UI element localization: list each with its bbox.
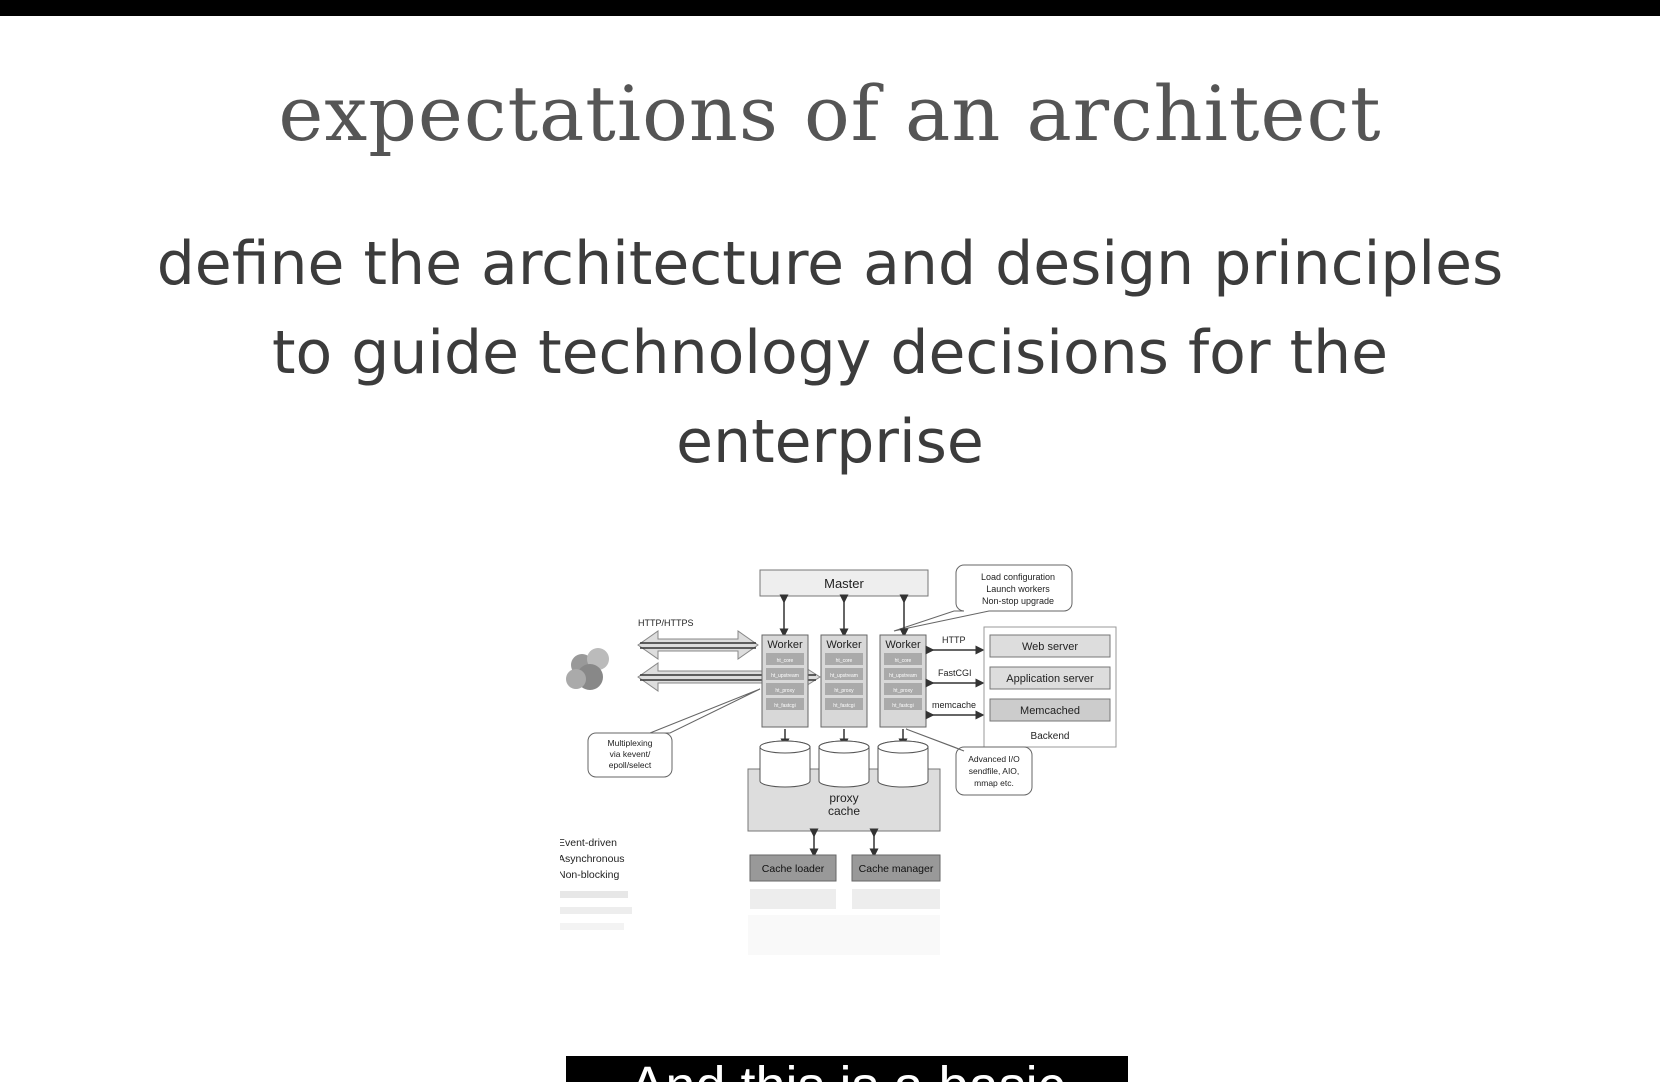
proxy-cache: proxy cache — [747, 740, 941, 832]
slide-title: expectations of an architect — [278, 69, 1382, 158]
module-1: ht_core — [777, 658, 794, 664]
diagram-reflection — [542, 889, 940, 955]
multiplex-line-2: via kevent/ — [610, 749, 651, 759]
top-bar — [0, 0, 1660, 16]
subtitle-line-3: enterprise — [676, 407, 984, 477]
proto-memcache: memcache — [932, 700, 976, 710]
module-3: ht_proxy — [775, 688, 795, 694]
backend-app-server: Application server — [1006, 673, 1094, 685]
backend-group: Web server Application server Memcached … — [983, 626, 1117, 748]
cache-process-arrows — [809, 828, 879, 858]
worker-2: Worker ht_core ht_upstream ht_proxy ht_f… — [820, 634, 868, 728]
module-3: ht_proxy — [834, 688, 854, 694]
protocol-label: HTTP/HTTPS — [638, 618, 694, 628]
module-4: ht_fastcgi — [833, 703, 854, 709]
module-2: ht_upstream — [771, 673, 799, 679]
worker-1: Worker ht_core ht_upstream ht_proxy ht_f… — [761, 634, 809, 728]
cache-manager: Cache manager — [851, 854, 941, 882]
module-1: ht_core — [895, 658, 912, 664]
cache-loader: Cache loader — [749, 854, 837, 882]
worker-3: Worker ht_core ht_upstream ht_proxy ht_f… — [879, 634, 927, 728]
proto-fastcgi: FastCGI — [938, 668, 972, 678]
cache-label-2: cache — [828, 804, 860, 818]
legend-item-2: Asynchronous — [560, 853, 625, 865]
subtitle-line-1: define the architecture and design princ… — [156, 229, 1504, 299]
backend-memcached: Memcached — [1020, 705, 1080, 717]
architecture-diagram: Master Load configuration Launch workers… — [542, 555, 1140, 1015]
io-line-2: sendfile, AIO, — [969, 766, 1020, 776]
master-label: Master — [824, 576, 864, 591]
backend-links: HTTP FastCGI memcache — [925, 635, 985, 720]
legend-item-3: Non-blocking — [560, 869, 619, 881]
module-3: ht_proxy — [893, 688, 913, 694]
module-2: ht_upstream — [830, 673, 858, 679]
multiplex-line-1: Multiplexing — [608, 738, 653, 748]
legend: Event-driven Asynchronous Non-blocking — [542, 837, 625, 881]
cache-loader-label: Cache loader — [762, 863, 825, 875]
worker-label: Worker — [885, 639, 921, 651]
module-4: ht_fastcgi — [892, 703, 913, 709]
subtitle-line-2: to guide technology decisions for the — [271, 318, 1389, 388]
multiplex-line-3: epoll/select — [609, 760, 652, 770]
backend-label: Backend — [1031, 731, 1070, 742]
master-note-line-3: Non-stop upgrade — [982, 596, 1054, 606]
module-2: ht_upstream — [889, 673, 917, 679]
backend-web-server: Web server — [1022, 641, 1078, 653]
module-4: ht_fastcgi — [774, 703, 795, 709]
master-note-line-2: Launch workers — [986, 584, 1050, 594]
users-icon — [566, 648, 609, 690]
legend-item-1: Event-driven — [560, 837, 617, 849]
slide-subtitle: define the architecture and design princ… — [120, 220, 1540, 487]
video-caption: And this is a basic — [566, 1056, 1128, 1082]
module-1: ht_core — [836, 658, 853, 664]
master-box: Master — [759, 569, 929, 597]
multiplex-note: Multiplexing via kevent/ epoll/select — [587, 688, 761, 778]
caption-text: And this is a basic — [566, 1056, 1128, 1082]
io-line-3: mmap etc. — [974, 778, 1014, 788]
cache-manager-label: Cache manager — [859, 863, 934, 875]
master-worker-arrows — [779, 594, 909, 638]
master-note-line-1: Load configuration — [981, 572, 1055, 582]
worker-label: Worker — [826, 639, 862, 651]
cache-label-1: proxy — [829, 791, 858, 805]
io-line-1: Advanced I/O — [968, 754, 1020, 764]
worker-label: Worker — [767, 639, 803, 651]
proto-http: HTTP — [942, 635, 966, 645]
